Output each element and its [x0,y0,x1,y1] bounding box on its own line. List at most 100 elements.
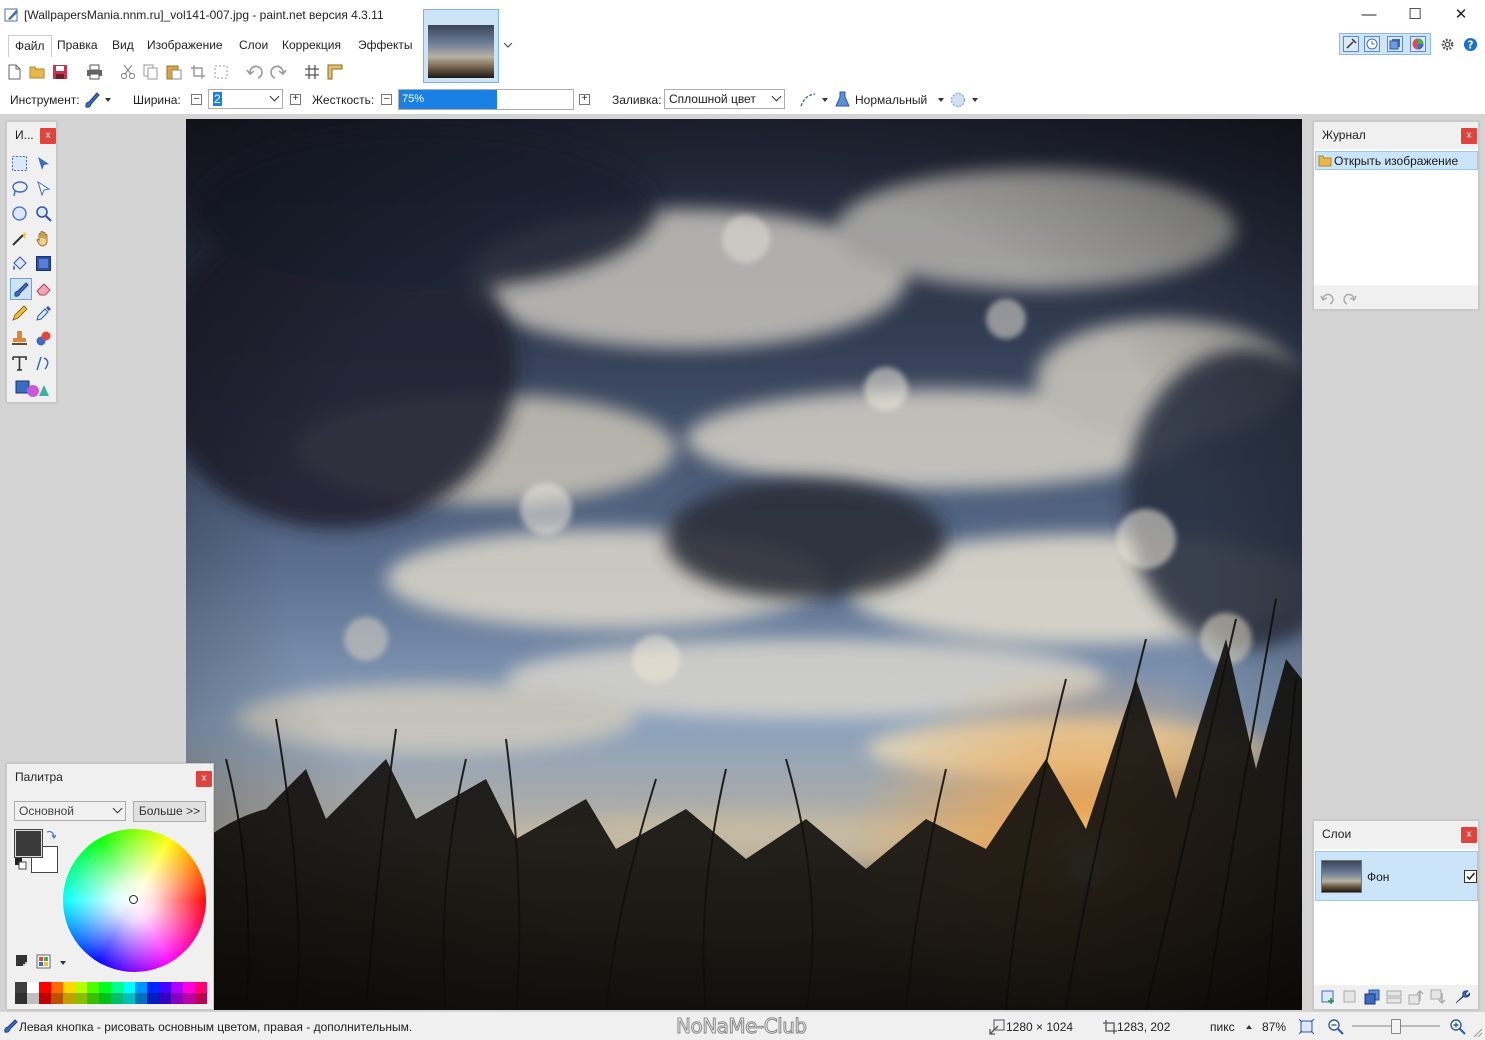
pencil-icon[interactable] [11,305,28,322]
palette-swatch[interactable] [111,993,123,1004]
palette-swatch[interactable] [135,993,147,1004]
width-increase-button[interactable]: + [290,94,301,105]
palette-swatch[interactable] [51,993,63,1004]
resize-grip-icon[interactable] [1472,1027,1483,1038]
clone-stamp-icon[interactable] [11,330,28,347]
palette-swatch[interactable] [135,982,147,993]
color-wheel[interactable] [63,829,206,972]
rectangle-select-icon[interactable] [11,155,28,172]
move-layer-down-icon[interactable] [1430,989,1446,1005]
add-layer-icon[interactable] [1320,989,1336,1005]
history-redo-icon[interactable] [1342,292,1357,305]
save-icon[interactable] [52,64,68,80]
palette-swatch[interactable] [51,982,63,993]
palette-mode-select[interactable]: Основной [14,801,126,821]
hardness-increase-button[interactable]: + [579,94,590,105]
palette-swatch[interactable] [123,993,135,1004]
copy-icon[interactable] [143,64,159,80]
duplicate-layer-icon[interactable] [1364,989,1380,1005]
layer-visibility-checkbox[interactable] [1464,870,1477,883]
tabs-overflow-icon[interactable] [503,40,513,50]
move-selected-icon[interactable] [35,180,52,197]
grid-icon[interactable] [304,64,320,80]
layer-row[interactable]: Фон [1315,851,1478,901]
palette-swatch[interactable] [171,982,183,993]
shapes-icon[interactable] [15,380,49,398]
palette-swatch[interactable] [75,982,87,993]
rulers-icon[interactable] [327,64,343,80]
palette-swatch[interactable] [183,982,195,993]
palette-swatch[interactable] [171,993,183,1004]
undo-icon[interactable] [246,64,263,80]
palette-swatch[interactable] [87,982,99,993]
fill-select[interactable]: Сплошной цвет [664,89,785,109]
tools-panel-close-button[interactable]: x [40,128,56,144]
blend-mode-dropdown-caret[interactable] [938,98,944,102]
color-wheel-cursor[interactable] [129,895,138,904]
primary-color-swatch[interactable] [14,829,43,858]
color-picker-icon[interactable] [35,305,52,322]
pan-hand-icon[interactable] [35,230,52,247]
cut-icon[interactable] [120,64,136,80]
palette-swatch[interactable] [99,982,111,993]
palette-swatch[interactable] [15,993,27,1004]
minimize-button[interactable]: — [1346,0,1392,30]
menu-view[interactable]: Вид [112,36,134,54]
tool-dropdown-caret[interactable] [105,98,111,102]
hardness-decrease-button[interactable]: – [381,94,392,105]
palette-swatch[interactable] [39,982,51,993]
reset-colors-icon[interactable] [15,858,27,870]
tools-window-icon[interactable] [1343,36,1359,52]
palette-swatch[interactable] [147,982,159,993]
palette-swatch[interactable] [111,982,123,993]
delete-layer-icon[interactable] [1342,989,1358,1005]
palette-swatch[interactable] [123,982,135,993]
print-icon[interactable] [86,64,103,80]
menu-edit[interactable]: Правка [57,36,98,54]
palette-swatch[interactable] [159,982,171,993]
zoom-in-icon[interactable] [1449,1018,1466,1035]
merge-layer-down-icon[interactable] [1386,989,1402,1005]
deselect-icon[interactable] [213,64,229,80]
add-to-palette-icon[interactable] [15,954,30,969]
palette-swatch[interactable] [195,993,207,1004]
crop-icon[interactable] [190,64,206,80]
menu-effects[interactable]: Эффекты [358,36,413,54]
palette-swatch[interactable] [99,993,111,1004]
redo-icon[interactable] [270,64,287,80]
units-dropdown-caret[interactable] [1246,1025,1252,1029]
maximize-button[interactable]: ☐ [1392,0,1438,30]
zoom-to-window-icon[interactable] [1298,1018,1315,1035]
layers-window-icon[interactable] [1387,36,1403,52]
swap-colors-icon[interactable] [45,829,56,840]
blend-mode-value[interactable]: Нормальный [855,92,927,108]
paint-bucket-icon[interactable] [11,255,28,272]
line-curve-icon[interactable] [35,355,52,372]
zoom-out-icon[interactable] [1327,1018,1344,1035]
blend-mode-flask-icon[interactable] [835,91,850,108]
menu-image[interactable]: Изображение [147,36,223,54]
palette-swatch[interactable] [183,993,195,1004]
palette-swatch[interactable] [39,993,51,1004]
palette-swatch[interactable] [87,993,99,1004]
selection-clipping-icon[interactable] [950,92,966,108]
gradient-icon[interactable] [35,255,52,272]
palette-swatch[interactable] [195,982,207,993]
paste-icon[interactable] [166,64,183,80]
layer-properties-wrench-icon[interactable] [1454,989,1470,1005]
recolor-icon[interactable] [35,330,52,347]
zoom-slider-thumb[interactable] [1391,1019,1401,1034]
text-tool-icon[interactable] [11,355,28,372]
zoom-icon[interactable] [35,205,52,222]
palette-swatch[interactable] [15,982,27,993]
antialiasing-icon[interactable] [799,91,817,109]
paintbrush-tool-icon[interactable] [13,281,30,298]
units-label[interactable]: пикс [1210,1020,1235,1034]
help-icon[interactable]: ? [1463,37,1478,52]
history-panel-close-button[interactable]: x [1461,128,1477,144]
layers-panel-close-button[interactable]: x [1461,827,1477,843]
palette-options-icon[interactable] [36,954,51,969]
ellipse-select-icon[interactable] [11,205,28,222]
menu-layers[interactable]: Слои [239,36,268,54]
palette-swatch[interactable] [75,993,87,1004]
